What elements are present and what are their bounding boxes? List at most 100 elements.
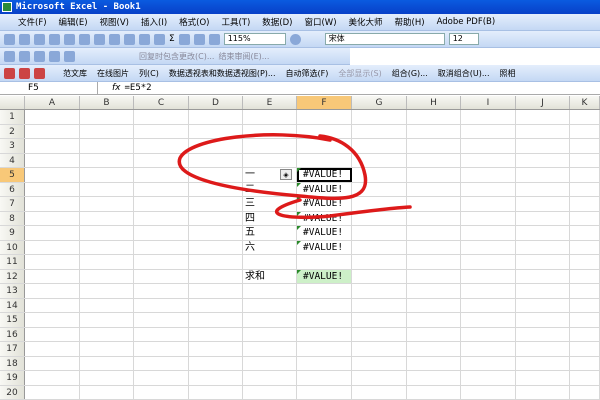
- cell-H5[interactable]: [407, 168, 461, 182]
- cell-E16[interactable]: [243, 327, 297, 341]
- cell-H6[interactable]: [407, 182, 461, 196]
- cell-F8[interactable]: #VALUE!: [297, 211, 352, 225]
- cell-F1[interactable]: [297, 110, 352, 124]
- cell-H2[interactable]: [407, 124, 461, 138]
- cell-F17[interactable]: [297, 342, 352, 356]
- cell-H8[interactable]: [407, 211, 461, 225]
- cell-K3[interactable]: [570, 139, 600, 153]
- row-header-6[interactable]: 6: [0, 182, 25, 196]
- cell-G12[interactable]: [352, 269, 407, 283]
- review-icon[interactable]: [49, 50, 60, 62]
- cell-J8[interactable]: [516, 211, 570, 225]
- cell-G5[interactable]: [352, 168, 407, 182]
- cell-F18[interactable]: [297, 356, 352, 370]
- cell-C20[interactable]: [134, 385, 189, 399]
- cell-J3[interactable]: [516, 139, 570, 153]
- cell-I4[interactable]: [461, 153, 516, 167]
- menu-item[interactable]: 帮助(H): [395, 16, 425, 28]
- cell-E8[interactable]: 四: [243, 211, 297, 225]
- cell-G15[interactable]: [352, 313, 407, 327]
- copy-icon[interactable]: [109, 33, 120, 45]
- cell-I14[interactable]: [461, 298, 516, 312]
- cell-B8[interactable]: [80, 211, 134, 225]
- menu-item[interactable]: 格式(O): [179, 16, 209, 28]
- cell-J13[interactable]: [516, 284, 570, 298]
- row-header-10[interactable]: 10: [0, 240, 25, 254]
- name-box[interactable]: F5: [0, 82, 98, 94]
- cell-A10[interactable]: [25, 240, 80, 254]
- row-header-7[interactable]: 7: [0, 197, 25, 211]
- zoom-select[interactable]: 115%: [223, 33, 286, 45]
- cell-E15[interactable]: [243, 313, 297, 327]
- column-header-B[interactable]: B: [80, 96, 134, 109]
- column-header-G[interactable]: G: [352, 96, 407, 109]
- cell-F9[interactable]: #VALUE!: [297, 226, 352, 240]
- cell-G1[interactable]: [352, 110, 407, 124]
- cell-H16[interactable]: [407, 327, 461, 341]
- cell-I12[interactable]: [461, 269, 516, 283]
- cell-K17[interactable]: [570, 342, 600, 356]
- cell-G14[interactable]: [352, 298, 407, 312]
- cell-G10[interactable]: [352, 240, 407, 254]
- cell-J9[interactable]: [516, 226, 570, 240]
- cell-H20[interactable]: [407, 385, 461, 399]
- menu-item[interactable]: Adobe PDF(B): [437, 17, 496, 27]
- toolbar-button[interactable]: 取消组合(U)...: [438, 68, 490, 79]
- cell-J12[interactable]: [516, 269, 570, 283]
- cell-I1[interactable]: [461, 110, 516, 124]
- cell-G17[interactable]: [352, 342, 407, 356]
- cell-I2[interactable]: [461, 124, 516, 138]
- row-header-15[interactable]: 15: [0, 313, 25, 327]
- menu-item[interactable]: 美化大师: [349, 16, 383, 28]
- cell-J2[interactable]: [516, 124, 570, 138]
- cell-C18[interactable]: [134, 356, 189, 370]
- cell-K2[interactable]: [570, 124, 600, 138]
- cell-E17[interactable]: [243, 342, 297, 356]
- column-header-A[interactable]: A: [25, 96, 80, 109]
- toolbar-button[interactable]: 组合(G)...: [392, 68, 428, 79]
- cell-E18[interactable]: [243, 356, 297, 370]
- spell-icon[interactable]: [79, 33, 90, 45]
- row-header-1[interactable]: 1: [0, 110, 25, 124]
- cell-K9[interactable]: [570, 226, 600, 240]
- cell-F4[interactable]: [297, 153, 352, 167]
- cell-I15[interactable]: [461, 313, 516, 327]
- cell-E6[interactable]: 二: [243, 182, 297, 196]
- cell-K5[interactable]: [570, 168, 600, 182]
- cell-H17[interactable]: [407, 342, 461, 356]
- cell-G11[interactable]: [352, 255, 407, 269]
- pdf-icon[interactable]: [4, 67, 15, 79]
- cell-I17[interactable]: [461, 342, 516, 356]
- toolbar-button[interactable]: 列(C): [139, 68, 159, 79]
- cell-B20[interactable]: [80, 385, 134, 399]
- cell-J17[interactable]: [516, 342, 570, 356]
- cell-H9[interactable]: [407, 226, 461, 240]
- cell-G8[interactable]: [352, 211, 407, 225]
- chart-icon[interactable]: [208, 33, 220, 45]
- cell-G3[interactable]: [352, 139, 407, 153]
- row-header-14[interactable]: 14: [0, 298, 25, 312]
- cell-I19[interactable]: [461, 371, 516, 385]
- cell-G20[interactable]: [352, 385, 407, 399]
- cell-B18[interactable]: [80, 356, 134, 370]
- cell-J19[interactable]: [516, 371, 570, 385]
- cell-H1[interactable]: [407, 110, 461, 124]
- cell-A7[interactable]: [25, 197, 80, 211]
- cell-H4[interactable]: [407, 153, 461, 167]
- cell-D13[interactable]: [189, 284, 243, 298]
- column-header-F[interactable]: F: [297, 96, 352, 109]
- row-header-19[interactable]: 19: [0, 371, 25, 385]
- cell-F15[interactable]: [297, 313, 352, 327]
- cell-B13[interactable]: [80, 284, 134, 298]
- review-icon[interactable]: [19, 50, 30, 62]
- cell-B16[interactable]: [80, 327, 134, 341]
- cell-F13[interactable]: [297, 284, 352, 298]
- cell-E12[interactable]: 求和: [243, 269, 297, 283]
- cell-K11[interactable]: [570, 255, 600, 269]
- cell-A15[interactable]: [25, 313, 80, 327]
- cell-D11[interactable]: [189, 255, 243, 269]
- undo-icon[interactable]: [139, 33, 150, 45]
- cell-K15[interactable]: [570, 313, 600, 327]
- cell-G4[interactable]: [352, 153, 407, 167]
- cell-G18[interactable]: [352, 356, 407, 370]
